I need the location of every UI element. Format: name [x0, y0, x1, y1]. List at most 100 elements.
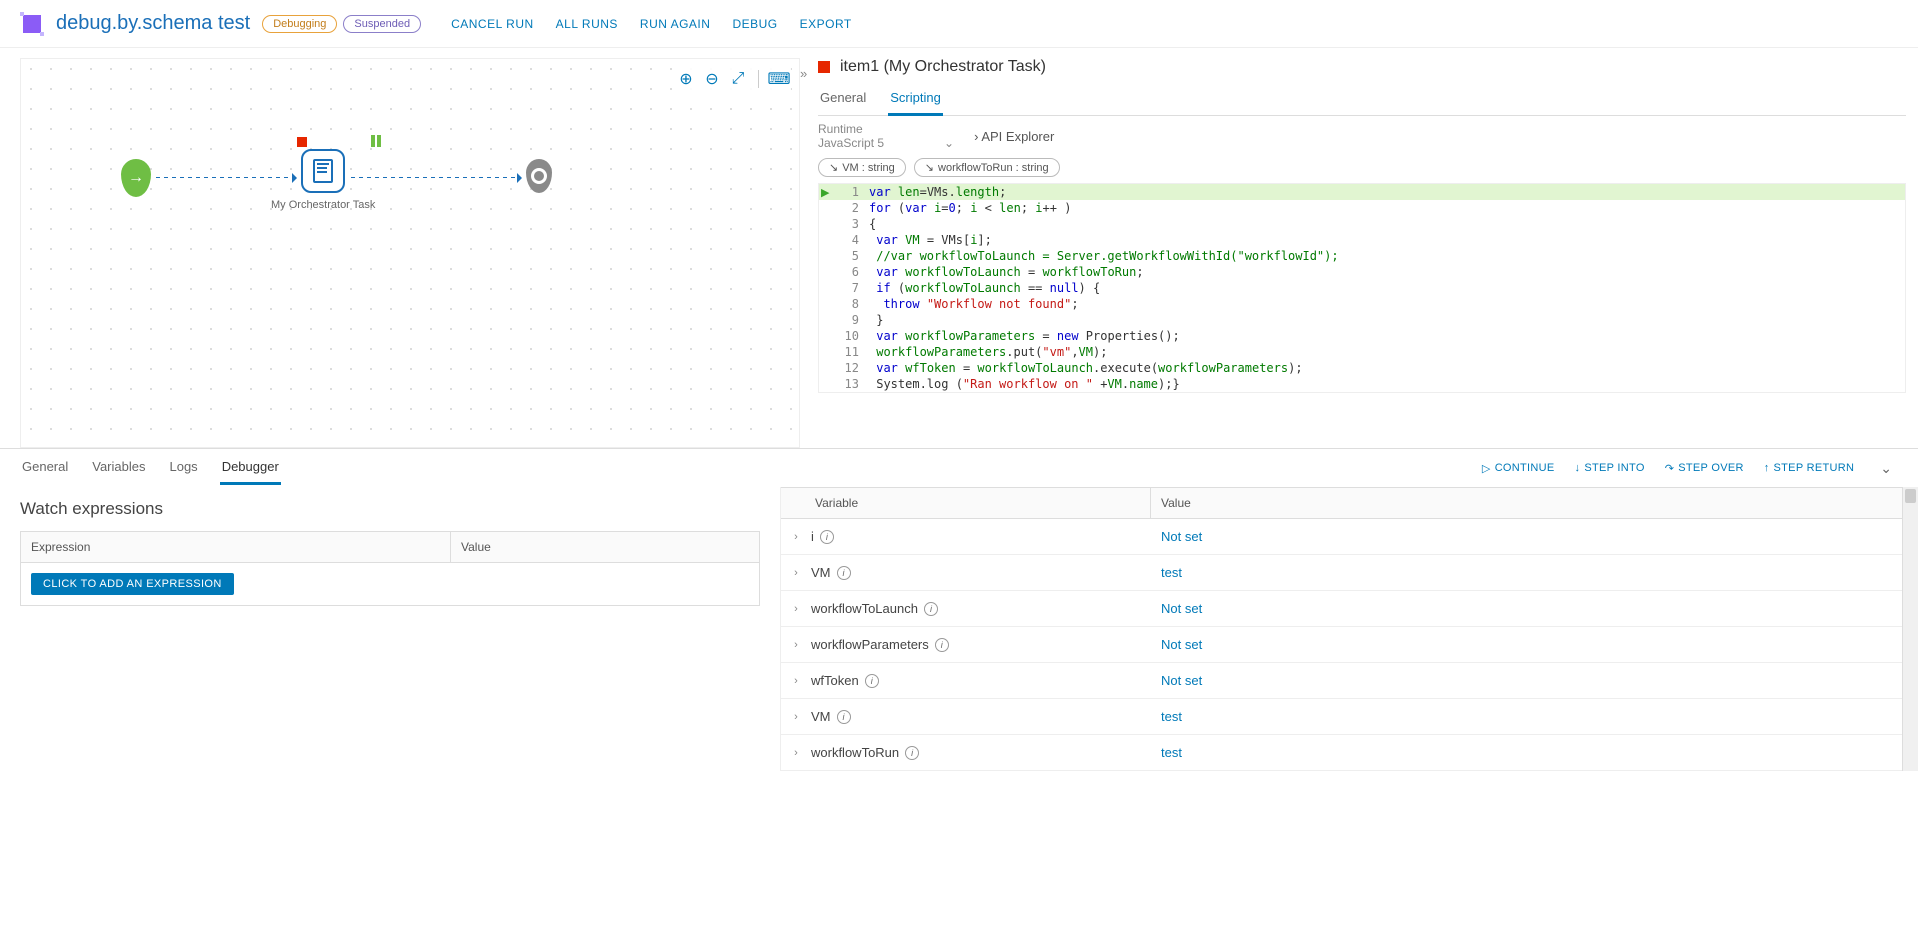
- code-line[interactable]: 6 var workflowToLaunch = workflowToRun;: [819, 264, 1905, 280]
- runtime-select[interactable]: JavaScript 5 ⌄: [818, 136, 954, 150]
- vars-col-value: Value: [1151, 488, 1902, 518]
- run-again-button[interactable]: RUN AGAIN: [640, 17, 711, 31]
- bottom-panel: General Variables Logs Debugger ▷CONTINU…: [0, 448, 1918, 771]
- info-icon[interactable]: i: [924, 602, 938, 616]
- continue-button[interactable]: ▷CONTINUE: [1482, 462, 1555, 475]
- app-logo: [20, 12, 44, 36]
- info-icon[interactable]: i: [905, 746, 919, 760]
- export-button[interactable]: EXPORT: [800, 17, 852, 31]
- variable-value: test: [1151, 565, 1902, 580]
- task-label: My Orchestrator Task: [271, 199, 375, 211]
- add-expression-button[interactable]: CLICK TO ADD AN EXPRESSION: [31, 573, 234, 595]
- tab-debugger[interactable]: Debugger: [220, 451, 281, 485]
- end-node[interactable]: [526, 159, 552, 193]
- variable-row[interactable]: › i i Not set: [781, 519, 1902, 555]
- header-actions: CANCEL RUN ALL RUNS RUN AGAIN DEBUG EXPO…: [451, 17, 852, 31]
- variable-name: workflowParameters: [811, 637, 929, 652]
- cancel-run-button[interactable]: CANCEL RUN: [451, 17, 534, 31]
- code-line[interactable]: 2for (var i=0; i < len; i++ ): [819, 200, 1905, 216]
- code-line[interactable]: 12 var wfToken = workflowToLaunch.execut…: [819, 360, 1905, 376]
- fit-screen-icon[interactable]: ⤢: [728, 69, 748, 89]
- code-line[interactable]: 3{: [819, 216, 1905, 232]
- tab-general-bottom[interactable]: General: [20, 451, 70, 485]
- variables-panel: Variable Value › i i Not set› VM i test›…: [780, 487, 1918, 771]
- input-arrow-icon: ↘: [829, 161, 838, 174]
- input-arrow-icon: ↘: [925, 161, 934, 174]
- variable-value: Not set: [1151, 529, 1902, 544]
- variable-value: test: [1151, 709, 1902, 724]
- code-line[interactable]: 4 var VM = VMs[i];: [819, 232, 1905, 248]
- code-line[interactable]: 10 var workflowParameters = new Properti…: [819, 328, 1905, 344]
- expand-icon[interactable]: ›: [781, 675, 811, 687]
- variable-row[interactable]: › wfToken i Not set: [781, 663, 1902, 699]
- current-line-arrow-icon: ▶: [821, 186, 829, 199]
- task-node[interactable]: My Orchestrator Task: [301, 149, 375, 211]
- badge-suspended: Suspended: [343, 15, 421, 33]
- breakpoint-square-icon: [818, 61, 830, 73]
- start-node[interactable]: →: [121, 159, 151, 197]
- connector: [156, 177, 296, 178]
- variable-name: workflowToRun: [811, 745, 899, 760]
- variable-row[interactable]: › workflowToLaunch i Not set: [781, 591, 1902, 627]
- workflow-canvas[interactable]: ⊕ ⊖ ⤢ ⌨ → My Orchestrator Task: [20, 58, 800, 448]
- step-into-icon: ↓: [1575, 462, 1581, 474]
- api-explorer-link[interactable]: › API Explorer: [974, 129, 1054, 144]
- code-editor[interactable]: ▶ 1var len=VMs.length;2for (var i=0; i <…: [818, 183, 1906, 393]
- canvas-toolbar: ⊕ ⊖ ⤢ ⌨: [674, 67, 791, 91]
- scrollbar[interactable]: [1902, 487, 1918, 771]
- expand-icon[interactable]: ›: [781, 603, 811, 615]
- code-line[interactable]: 8 throw "Workflow not found";: [819, 296, 1905, 312]
- info-icon[interactable]: i: [837, 710, 851, 724]
- chevron-down-icon: ⌄: [944, 136, 954, 150]
- collapse-bottom-icon[interactable]: ⌄: [1874, 460, 1898, 477]
- watch-title: Watch expressions: [20, 499, 760, 519]
- watch-table: Expression Value CLICK TO ADD AN EXPRESS…: [20, 531, 760, 606]
- detail-panel: » item1 (My Orchestrator Task) General S…: [800, 58, 1918, 448]
- item-title-text: item1 (My Orchestrator Task): [840, 58, 1046, 76]
- step-return-icon: ↑: [1764, 462, 1770, 474]
- code-line[interactable]: 5 //var workflowToLaunch = Server.getWor…: [819, 248, 1905, 264]
- all-runs-button[interactable]: ALL RUNS: [556, 17, 618, 31]
- variable-name: VM: [811, 709, 831, 724]
- tab-logs[interactable]: Logs: [167, 451, 199, 485]
- expand-icon[interactable]: ›: [781, 639, 811, 651]
- tab-variables[interactable]: Variables: [90, 451, 147, 485]
- connector: [351, 177, 521, 178]
- code-line[interactable]: 11 workflowParameters.put("vm",VM);: [819, 344, 1905, 360]
- info-icon[interactable]: i: [837, 566, 851, 580]
- tab-scripting[interactable]: Scripting: [888, 86, 943, 116]
- variable-row[interactable]: › VM i test: [781, 555, 1902, 591]
- zoom-out-icon[interactable]: ⊖: [702, 69, 722, 89]
- tab-general[interactable]: General: [818, 86, 868, 115]
- code-line[interactable]: 9 }: [819, 312, 1905, 328]
- expand-icon[interactable]: ›: [781, 711, 811, 723]
- param-chip-workflow[interactable]: ↘ workflowToRun : string: [914, 158, 1060, 177]
- step-into-button[interactable]: ↓STEP INTO: [1575, 462, 1645, 474]
- zoom-in-icon[interactable]: ⊕: [676, 69, 696, 89]
- code-line[interactable]: 1var len=VMs.length;: [819, 184, 1905, 200]
- expand-icon[interactable]: ›: [781, 747, 811, 759]
- item-title: item1 (My Orchestrator Task): [818, 58, 1906, 76]
- step-return-button[interactable]: ↑STEP RETURN: [1764, 462, 1855, 474]
- collapse-panel-icon[interactable]: »: [800, 66, 807, 81]
- code-line[interactable]: 7 if (workflowToLaunch == null) {: [819, 280, 1905, 296]
- expand-icon[interactable]: ›: [781, 531, 811, 543]
- step-over-button[interactable]: ↷STEP OVER: [1665, 462, 1744, 475]
- expand-icon[interactable]: ›: [781, 567, 811, 579]
- chevron-right-icon: ›: [974, 129, 978, 144]
- debug-button[interactable]: DEBUG: [732, 17, 777, 31]
- variable-row[interactable]: › VM i test: [781, 699, 1902, 735]
- info-icon[interactable]: i: [935, 638, 949, 652]
- variable-row[interactable]: › workflowParameters i Not set: [781, 627, 1902, 663]
- code-line[interactable]: 13 System.log ("Ran workflow on " +VM.na…: [819, 376, 1905, 392]
- variable-name: workflowToLaunch: [811, 601, 918, 616]
- info-icon[interactable]: i: [865, 674, 879, 688]
- info-icon[interactable]: i: [820, 530, 834, 544]
- keyboard-icon[interactable]: ⌨: [769, 69, 789, 89]
- breakpoint-stop-icon: [297, 137, 307, 147]
- detail-tabs: General Scripting: [818, 86, 1906, 116]
- variable-value: Not set: [1151, 601, 1902, 616]
- variable-value: test: [1151, 745, 1902, 760]
- variable-row[interactable]: › workflowToRun i test: [781, 735, 1902, 771]
- param-chip-vm[interactable]: ↘ VM : string: [818, 158, 906, 177]
